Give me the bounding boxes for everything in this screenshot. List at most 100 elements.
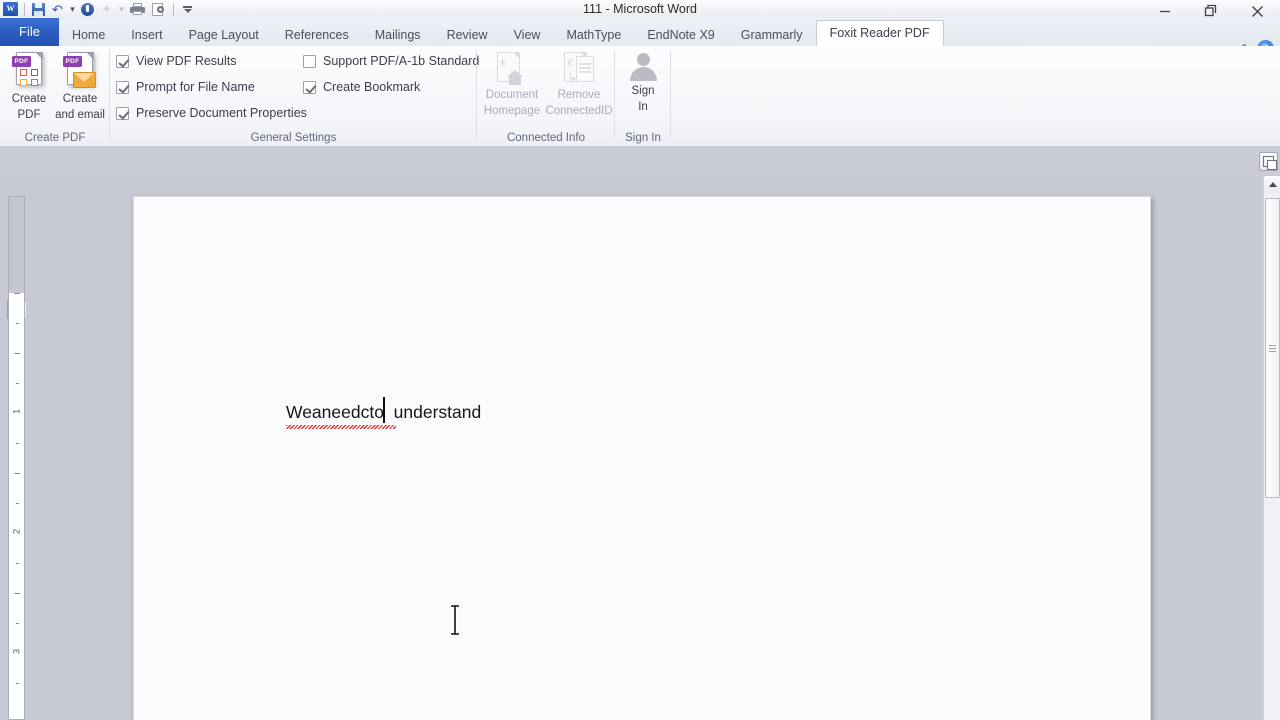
- ribbon-group-sign-in: Sign In Sign In: [615, 46, 671, 146]
- word-application-window: 111 - Microsoft Word W ↷ ▾ ✦ ▾ File Home…: [0, 0, 1280, 720]
- support-pdfa-1b-standard-checkbox[interactable]: Support PDF/A-1b Standard: [303, 54, 479, 68]
- tab-page-layout[interactable]: Page Layout: [176, 22, 272, 48]
- customize-qat-icon[interactable]: [179, 1, 196, 17]
- save-icon[interactable]: [30, 1, 47, 17]
- tab-mailings[interactable]: Mailings: [362, 22, 434, 48]
- select-browse-object-button[interactable]: [1259, 152, 1278, 171]
- create-bookmark-checkbox-box: [303, 80, 316, 94]
- undo-dropdown-icon[interactable]: ▾: [68, 1, 77, 17]
- repeat-icon[interactable]: ✦: [98, 1, 115, 17]
- tab-foxit-reader-pdf[interactable]: Foxit Reader PDF: [815, 20, 944, 47]
- vertical-ruler-tick: [16, 443, 19, 444]
- remove-connectedid-label-line1: Remove: [557, 89, 601, 101]
- group-label-general-settings: General Settings: [250, 132, 337, 144]
- document-homepage-label-line1: Document: [485, 89, 539, 101]
- document-workspace[interactable]: Weaneedcto understand: [26, 176, 1254, 720]
- tab-grammarly[interactable]: Grammarly: [728, 22, 816, 48]
- ribbon-tab-strip: File Home Insert Page Layout References …: [0, 18, 1280, 57]
- group-separator-4: [670, 50, 671, 138]
- tab-home[interactable]: Home: [59, 22, 118, 48]
- sign-in-button[interactable]: Sign In: [618, 52, 668, 114]
- print-preview-icon[interactable]: [149, 1, 168, 17]
- tab-endnote-x9[interactable]: EndNote X9: [634, 22, 727, 48]
- tab-insert[interactable]: Insert: [118, 22, 175, 48]
- prompt-for-file-name-checkbox[interactable]: Prompt for File Name: [116, 80, 255, 94]
- preserve-document-properties-checkbox[interactable]: Preserve Document Properties: [116, 106, 307, 120]
- sign-in-label-line2: In: [638, 101, 648, 113]
- vertical-ruler-tick: [16, 623, 19, 624]
- vertical-ruler-tick: [14, 353, 20, 354]
- vertical-ruler-tick: [14, 593, 20, 594]
- create-pdf-button[interactable]: PDF Create PDF: [4, 52, 54, 122]
- remove-connectedid-label-line2: ConnectedID: [545, 105, 613, 117]
- create-and-email-icon: PDF: [63, 52, 97, 90]
- create-and-email-label-line1: Create: [62, 93, 98, 105]
- support-pdfa-1b-standard-checkbox-box: [303, 54, 316, 68]
- pdf-badge-label-2: PDF: [63, 56, 82, 67]
- horizontal-ruler-zone: L 11234567: [0, 148, 1280, 323]
- ribbon-content: PDF Create PDF PDF Create and email Crea…: [0, 46, 1280, 147]
- group-label-sign-in: Sign In: [625, 132, 661, 144]
- document-page[interactable]: Weaneedcto understand: [133, 196, 1151, 720]
- view-pdf-results-checkbox[interactable]: View PDF Results: [116, 54, 237, 68]
- vertical-ruler-tick: [16, 683, 19, 684]
- create-pdf-icon: PDF: [12, 52, 46, 90]
- prompt-for-file-name-checkbox-box: [116, 80, 129, 94]
- create-and-email-label-line2: and email: [55, 109, 105, 121]
- view-pdf-results-checkbox-box: [116, 54, 129, 68]
- tab-file[interactable]: File: [0, 18, 59, 46]
- qat-divider-1: [24, 2, 25, 16]
- preserve-document-properties-checkbox-box: [116, 106, 129, 120]
- ribbon-tabs: File Home Insert Page Layout References …: [0, 18, 944, 48]
- vruler-top-margin: [9, 197, 24, 293]
- vertical-ruler-tick: [14, 473, 20, 474]
- i-beam-cursor: [451, 605, 459, 635]
- word-logo-glyph: W: [3, 2, 18, 16]
- title-bar: 111 - Microsoft Word W ↷ ▾ ✦ ▾: [0, 0, 1280, 18]
- sign-in-label-line1: Sign: [631, 85, 655, 97]
- vertical-ruler-tick: [16, 323, 19, 324]
- qat-divider-2: [173, 2, 174, 16]
- tab-view[interactable]: View: [501, 22, 554, 48]
- print-icon[interactable]: [128, 1, 147, 17]
- vertical-scrollbar[interactable]: [1263, 176, 1280, 720]
- vertical-ruler-tick: [14, 293, 20, 294]
- text-caret: [383, 397, 385, 423]
- scroll-up-button[interactable]: [1264, 176, 1280, 193]
- redo-icon[interactable]: [79, 1, 96, 17]
- quick-access-toolbar: W ↷ ▾ ✦ ▾: [2, 0, 196, 18]
- vertical-ruler-tick: [16, 383, 19, 384]
- repeat-dropdown-icon[interactable]: ▾: [117, 1, 126, 17]
- vertical-ruler-tick: [16, 563, 19, 564]
- word-logo-icon[interactable]: W: [2, 1, 19, 17]
- scrollbar-thumb[interactable]: [1265, 198, 1280, 498]
- vertical-ruler-tick: [16, 503, 19, 504]
- document-homepage-button[interactable]: € Document Homepage: [481, 52, 543, 118]
- create-and-email-button[interactable]: PDF Create and email: [52, 52, 108, 122]
- vertical-ruler-number: 3: [11, 648, 23, 655]
- spellcheck-underline: [286, 425, 396, 429]
- ribbon-group-general-settings: View PDF Results Prompt for File Name Pr…: [110, 46, 479, 146]
- create-pdf-label-line1: Create: [11, 93, 47, 105]
- document-homepage-label-line2: Homepage: [483, 105, 541, 117]
- prompt-for-file-name-label: Prompt for File Name: [136, 80, 255, 94]
- undo-icon[interactable]: ↷: [49, 1, 66, 17]
- create-bookmark-label: Create Bookmark: [323, 80, 421, 94]
- remove-connectedid-button[interactable]: € ↳ Remove ConnectedID: [544, 52, 614, 118]
- vertical-ruler[interactable]: 1 2 3: [8, 196, 25, 720]
- ribbon-group-connected-info: € Document Homepage € ↳ Remove Connected…: [477, 46, 615, 146]
- tab-review[interactable]: Review: [434, 22, 501, 48]
- tab-mathtype[interactable]: MathType: [553, 22, 634, 48]
- group-label-create-pdf: Create PDF: [24, 132, 86, 144]
- support-pdfa-1b-standard-label: Support PDF/A-1b Standard: [323, 54, 480, 68]
- create-pdf-label-line2: PDF: [17, 109, 41, 121]
- person-icon: [628, 52, 658, 82]
- document-homepage-icon: €: [497, 52, 527, 86]
- remove-connectedid-icon: € ↳: [564, 52, 594, 86]
- vertical-ruler-number: 1: [11, 408, 23, 415]
- tab-references[interactable]: References: [272, 22, 362, 48]
- group-label-connected-info: Connected Info: [506, 132, 585, 144]
- pdf-badge-label: PDF: [12, 56, 31, 67]
- create-bookmark-checkbox[interactable]: Create Bookmark: [303, 80, 420, 94]
- ribbon-group-create-pdf: PDF Create PDF PDF Create and email Crea…: [0, 46, 110, 146]
